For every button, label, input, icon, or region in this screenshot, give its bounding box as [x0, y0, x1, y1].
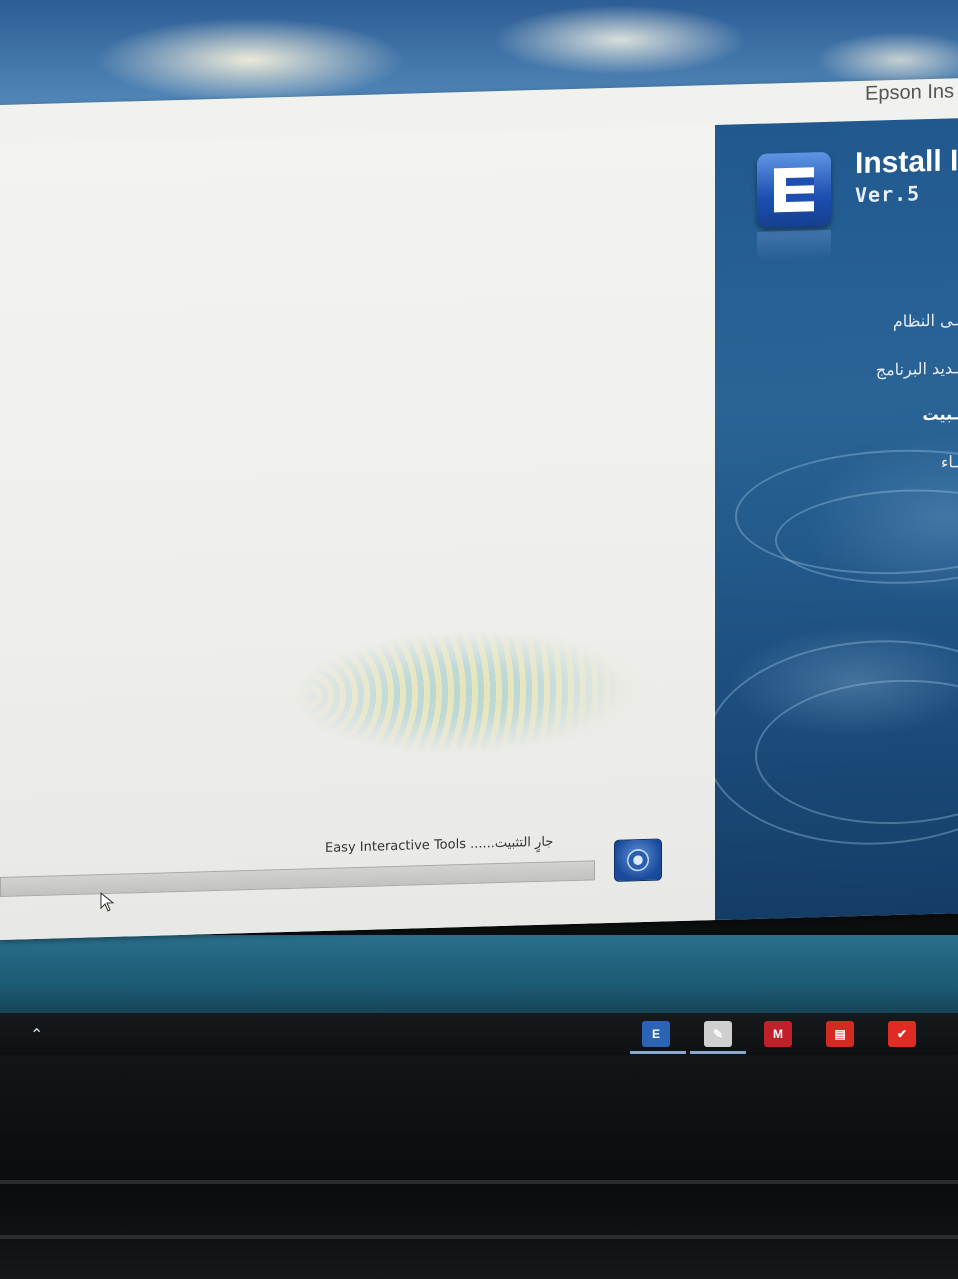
active-app-indicator	[690, 1051, 746, 1054]
mouse-pointer-icon	[100, 892, 115, 912]
epson-installer-logo-icon	[757, 151, 831, 228]
app-icon-glyph	[627, 848, 649, 872]
step-item: ـاء	[940, 452, 958, 472]
show-hidden-icons-chevron-icon[interactable]: ⌃	[30, 1025, 43, 1044]
installer-side-panel: Install I Ver.5 ـى النظام ـديد البرنامج …	[715, 118, 958, 921]
step-item: ـى النظام	[892, 310, 958, 332]
mcafee-taskbar-icon[interactable]: M	[764, 1021, 792, 1047]
installer-version: Ver.5	[855, 181, 921, 208]
acrobat-taskbar-icon[interactable]: ▤	[826, 1021, 854, 1047]
laptop-edge	[0, 1235, 958, 1239]
pdf-taskbar-icon[interactable]: ✔	[888, 1021, 916, 1047]
install-progress-bar	[0, 860, 595, 897]
step-item: ـديد البرنامج	[875, 358, 958, 380]
epson-installer-taskbar-icon[interactable]: E	[642, 1021, 670, 1047]
installer-window: Epson Ins Easy Interactive Tools ......ج…	[0, 78, 958, 940]
active-app-indicator	[630, 1051, 686, 1054]
logo-letter-e	[774, 167, 814, 213]
logo-reflection	[757, 229, 831, 262]
image-viewer-taskbar-icon[interactable]: ✎	[704, 1021, 732, 1047]
install-status-text: Easy Interactive Tools ......جارٍ التثبي…	[325, 834, 554, 856]
laptop-keyboard-area	[0, 1055, 958, 1279]
installer-content-area: Easy Interactive Tools ......جارٍ التثبي…	[0, 125, 715, 940]
window-title: Epson Ins	[865, 80, 954, 105]
step-item-current: ـبيت	[922, 404, 958, 425]
installer-panel-title: Install I	[855, 144, 958, 181]
screen-moire-pattern	[230, 595, 690, 789]
taskbar: ⌃ E ✎ M ▤ ✔	[0, 1013, 958, 1055]
desktop-wallpaper	[0, 935, 958, 1020]
easy-interactive-tools-icon	[614, 838, 662, 882]
laptop-edge	[0, 1180, 958, 1184]
